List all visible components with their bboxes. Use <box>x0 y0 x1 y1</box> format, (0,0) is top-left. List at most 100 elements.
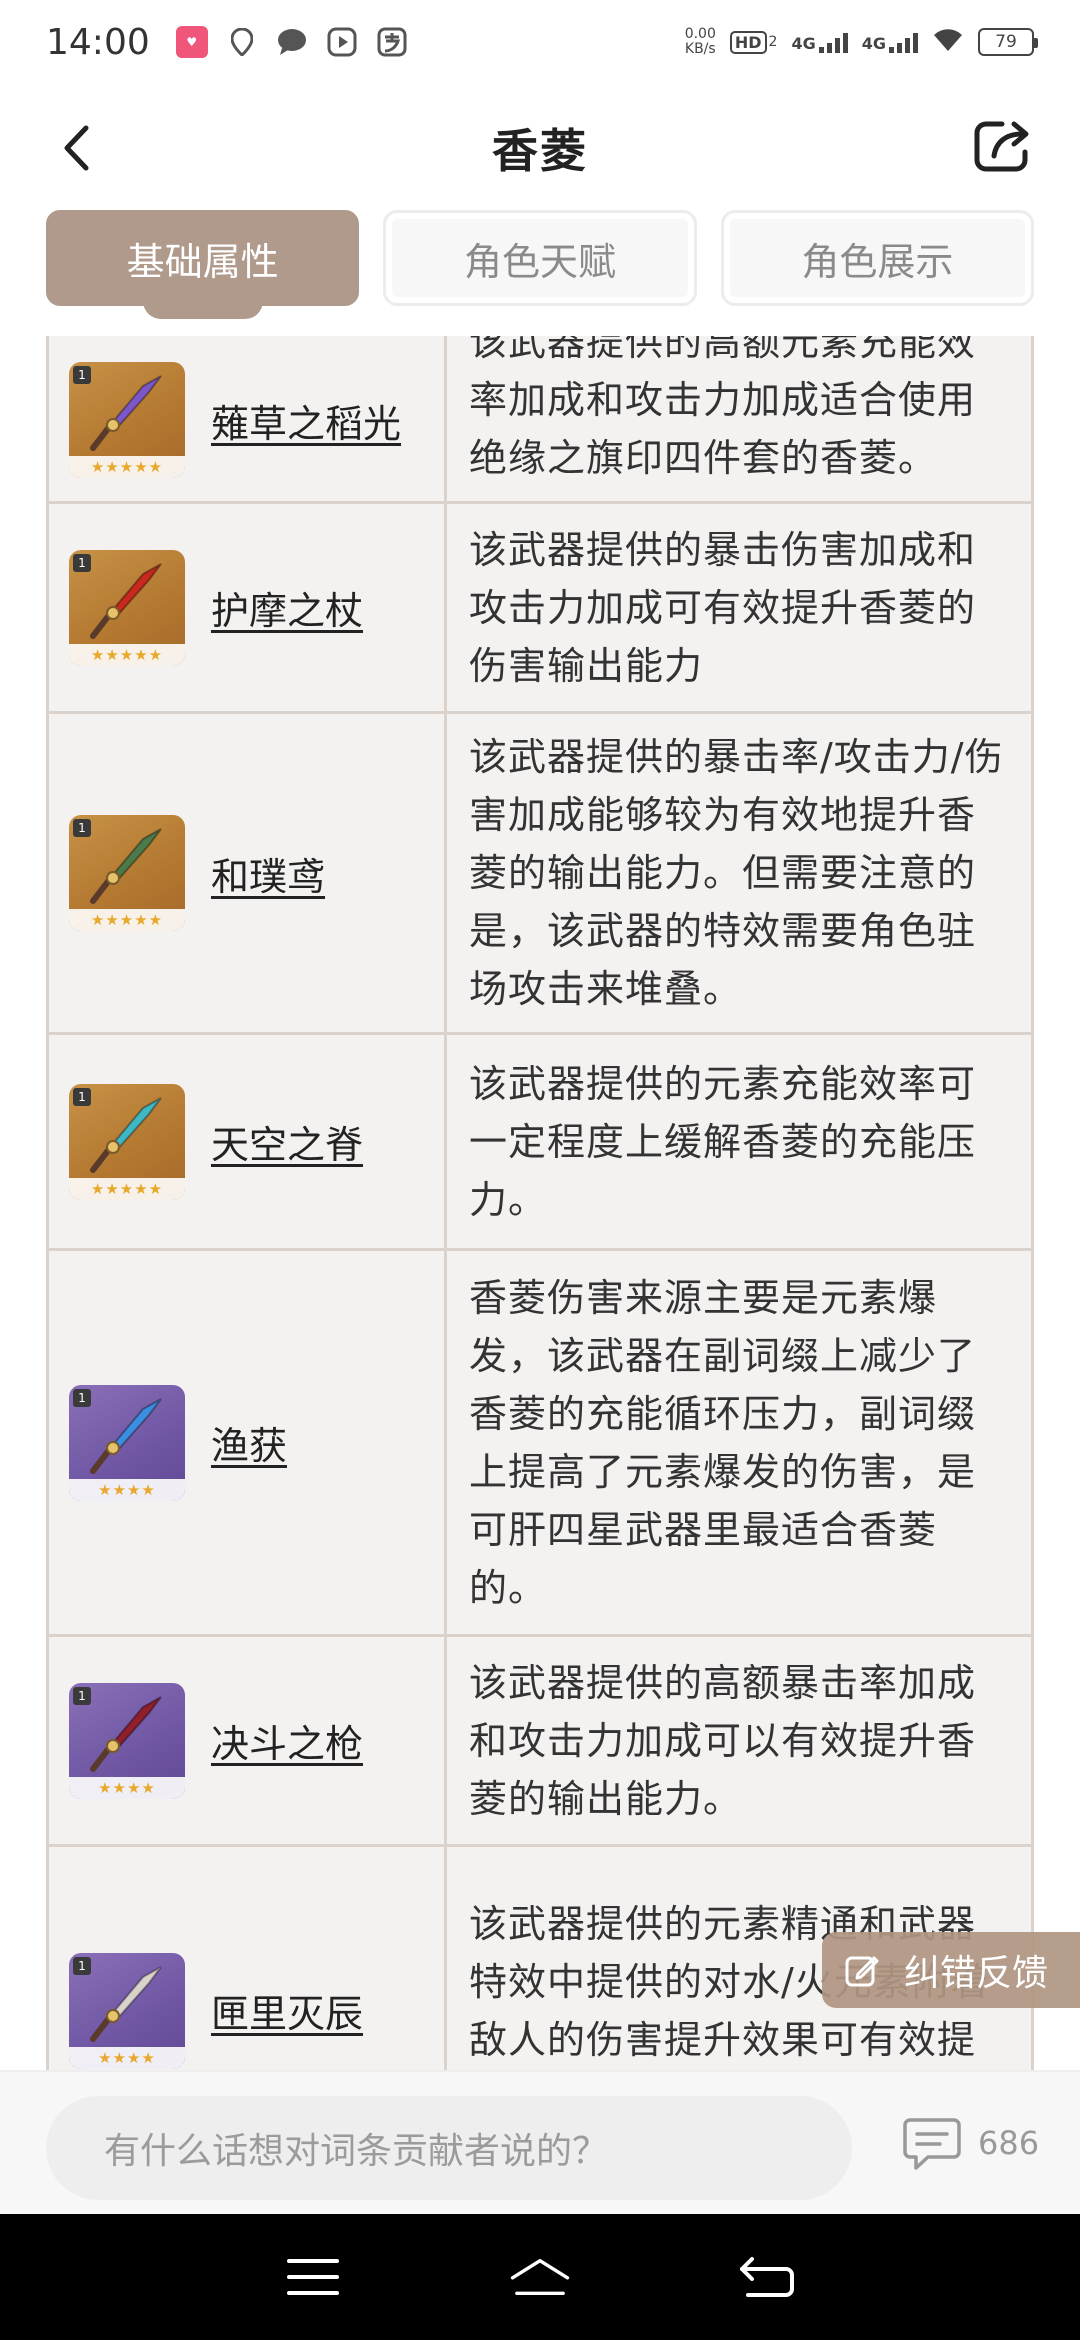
weapon-name-link[interactable]: 匣里灭辰 <box>211 1983 363 2038</box>
weapon-entry: 1 ★★★★ 决斗之枪 <box>69 1682 444 1799</box>
wifi-icon <box>932 27 964 58</box>
polearm-icon <box>90 375 162 451</box>
weapon-cell: 1 ★★★★★ 护摩之杖 <box>46 501 447 714</box>
weapon-row: 1 ★★★★ 渔获 香菱伤害来源主要是元素爆发，该武器在副词缀上减少了香菱的充能循环压… <box>46 1248 1034 1637</box>
back-arrow-icon <box>739 2257 794 2297</box>
polearm-icon <box>90 562 162 639</box>
weapon-cell: 1 ★★★★★ 天空之脊 <box>46 1032 447 1251</box>
rarity-stars: ★★★★ <box>69 2046 185 2069</box>
video-icon <box>326 26 358 58</box>
comment-count: 686 <box>978 2124 1040 2162</box>
tab-basic-attributes[interactable]: 基础属性 <box>46 210 360 319</box>
weapon-name-link[interactable]: 和璞鸢 <box>211 846 325 901</box>
back-nav-button[interactable] <box>737 2247 797 2307</box>
polearm-icon <box>90 1965 162 2042</box>
home-icon <box>510 2259 570 2295</box>
message-icon <box>276 26 308 58</box>
weapon-icon[interactable]: 1 ★★★★ <box>69 1384 185 1501</box>
weapon-cell: 1 ★★★★ 匣里灭辰 <box>46 1844 447 2070</box>
weapon-icon[interactable]: 1 ★★★★★ <box>69 362 185 478</box>
edit-icon <box>845 1956 879 1987</box>
comment-input[interactable]: 有什么话想对词条贡献者说的？ <box>46 2096 852 2200</box>
speed-value: 0.00 <box>684 26 716 42</box>
network-type-2: 4G <box>861 34 886 53</box>
battery-icon: 79 <box>978 28 1038 56</box>
weapon-icon[interactable]: 1 ★★★★★ <box>69 549 185 666</box>
weapon-icon[interactable]: 1 ★★★★ <box>69 1682 185 1799</box>
status-bar: 14:00 ♥ 0.00 KB/s HD 2 4G 4G 79 <box>0 0 1080 84</box>
rarity-stars: ★★★★★ <box>69 1177 185 1200</box>
hd-badge: HD <box>729 30 767 54</box>
comment-bar: 有什么话想对词条贡献者说的？ 686 <box>0 2070 1080 2214</box>
menu-button[interactable] <box>283 2247 343 2307</box>
weapon-entry: 1 ★★★★★ 护摩之杖 <box>69 549 444 666</box>
weapon-cell: 1 ★★★★ 决斗之枪 <box>46 1634 447 1847</box>
rarity-stars: ★★★★ <box>69 1776 185 1799</box>
system-status: 0.00 KB/s HD 2 4G 4G 79 <box>685 27 1038 58</box>
signal-icon: 4G <box>791 31 848 53</box>
weapon-entry: 1 ★★★★ 渔获 <box>69 1384 444 1501</box>
weapon-cell: 1 ★★★★★ 薙草之稻光 <box>46 336 447 504</box>
weapon-description: 该武器提供的暴击伤害加成和攻击力加成可有效提升香菱的伤害输出能力 <box>444 501 1034 714</box>
weapon-name-link[interactable]: 决斗之枪 <box>211 1713 363 1768</box>
comment-icon[interactable] <box>902 2116 962 2172</box>
home-button[interactable] <box>510 2247 570 2307</box>
weapon-table-viewport[interactable]: 1 ★★★★★ 薙草之稻光 该武器提供的高额元素充能效率加成和攻击力加成适合使用绝缘之… <box>46 336 1034 2070</box>
feedback-button[interactable]: 纠错反馈 <box>822 1932 1080 2008</box>
weapon-row: 1 ★★★★★ 薙草之稻光 该武器提供的高额元素充能效率加成和攻击力加成适合使用绝缘之… <box>46 336 1034 504</box>
rarity-stars: ★★★★ <box>69 1478 185 1501</box>
hd-sub: 2 <box>768 34 778 50</box>
signal-icon-2: 4G <box>862 31 918 53</box>
weapon-description: 香菱伤害来源主要是元素爆发，该武器在副词缀上减少了香菱的充能循环压力，副词缀上提… <box>444 1248 1034 1637</box>
app-notification-icon: ♥ <box>175 26 208 58</box>
network-speed: 0.00 KB/s <box>685 27 716 57</box>
section-tabs: 基础属性 角色天赋 角色展示 <box>46 210 1034 319</box>
weapon-recommendation-table: 1 ★★★★★ 薙草之稻光 该武器提供的高额元素充能效率加成和攻击力加成适合使用绝缘之… <box>46 336 1034 2070</box>
weapon-entry: 1 ★★★★★ 天空之脊 <box>69 1083 444 1200</box>
network-type-1: 4G <box>791 34 816 53</box>
weapon-description: 该武器提供的元素充能效率可一定程度上缓解香菱的充能压力。 <box>444 1032 1034 1251</box>
weapon-description: 该武器提供的高额元素充能效率加成和攻击力加成适合使用绝缘之旗印四件套的香菱。 <box>444 336 1034 504</box>
weapon-cell: 1 ★★★★ 渔获 <box>46 1248 447 1637</box>
weapon-entry: 1 ★★★★ 匣里灭辰 <box>69 1952 444 2069</box>
rarity-stars: ★★★★★ <box>69 456 185 478</box>
tab-character-talents[interactable]: 角色天赋 <box>383 210 697 306</box>
weapon-row: 1 ★★★★ 决斗之枪 该武器提供的高额暴击率加成和攻击力加成可以有效提升香菱的输出能… <box>46 1634 1034 1847</box>
weapon-name-link[interactable]: 渔获 <box>211 1415 287 1470</box>
weapon-description: 该武器提供的暴击率/攻击力/伤害加成能够较为有效地提升香菱的输出能力。但需要注意… <box>444 711 1034 1035</box>
chevron-left-icon <box>64 125 89 171</box>
weapon-entry: 1 ★★★★★ 和璞鸢 <box>69 815 444 931</box>
location-icon <box>226 26 258 58</box>
weapon-entry: 1 ★★★★★ 薙草之稻光 <box>69 362 444 478</box>
rarity-stars: ★★★★★ <box>69 643 185 666</box>
rarity-stars: ★★★★★ <box>69 909 185 931</box>
polearm-icon <box>90 828 162 904</box>
weapon-row: 1 ★★★★★ 护摩之杖 该武器提供的暴击伤害加成和攻击力加成可有效提升香菱的伤害输出… <box>46 501 1034 714</box>
polearm-icon <box>90 1397 162 1474</box>
alipay-icon <box>376 26 408 58</box>
tab-character-showcase[interactable]: 角色展示 <box>720 210 1034 306</box>
weapon-icon[interactable]: 1 ★★★★★ <box>69 1083 185 1200</box>
notification-icons: ♥ <box>175 26 408 58</box>
weapon-name-link[interactable]: 护摩之杖 <box>211 580 363 635</box>
status-time: 14:00 <box>46 21 150 63</box>
weapon-description: 该武器提供的高额暴击率加成和攻击力加成可以有效提升香菱的输出能力。 <box>444 1634 1034 1847</box>
back-button[interactable] <box>52 118 100 178</box>
page-title: 香菱 <box>492 124 588 178</box>
feedback-label: 纠错反馈 <box>904 1953 1049 1994</box>
weapon-row: 1 ★★★★★ 和璞鸢 该武器提供的暴击率/攻击力/伤害加成能够较为有效地提升香菱的输… <box>46 711 1034 1035</box>
menu-icon <box>287 2259 340 2295</box>
share-icon <box>974 121 1029 172</box>
polearm-icon <box>90 1096 162 1173</box>
polearm-icon <box>90 1695 162 1772</box>
system-navigation-bar <box>0 2214 1080 2340</box>
weapon-row: 1 ★★★★★ 天空之脊 该武器提供的元素充能效率可一定程度上缓解香菱的充能压力。 <box>46 1032 1034 1251</box>
weapon-name-link[interactable]: 薙草之稻光 <box>211 393 401 448</box>
weapon-cell: 1 ★★★★★ 和璞鸢 <box>46 711 447 1035</box>
weapon-name-link[interactable]: 天空之脊 <box>211 1114 363 1169</box>
share-button[interactable] <box>970 114 1034 178</box>
weapon-icon[interactable]: 1 ★★★★ <box>69 1952 185 2069</box>
speed-unit: KB/s <box>684 41 716 57</box>
app-header: 香菱 <box>0 84 1080 212</box>
weapon-icon[interactable]: 1 ★★★★★ <box>69 815 185 931</box>
